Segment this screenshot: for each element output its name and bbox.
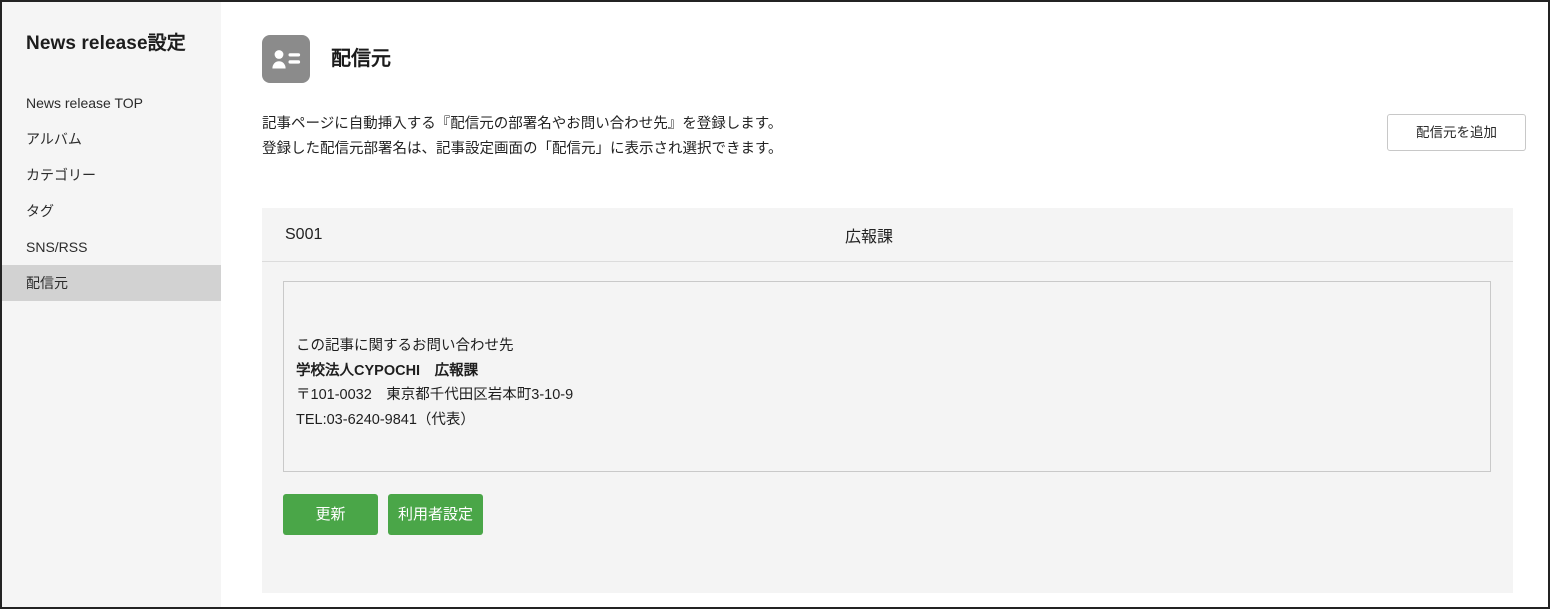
description-text: 記事ページに自動挿入する『配信元の部署名やお問い合わせ先』を登録します。 登録し… <box>262 112 783 162</box>
description-line-1: 記事ページに自動挿入する『配信元の部署名やお問い合わせ先』を登録します。 <box>262 116 783 132</box>
sidebar-title: News release設定 <box>26 33 186 54</box>
sidebar-item-album[interactable]: アルバム <box>2 121 221 157</box>
add-distributor-button[interactable]: 配信元を追加 <box>1387 114 1526 151</box>
distributor-panel-body: この記事に関するお問い合わせ先 学校法人CYPOCHI 広報課 〒101-003… <box>262 262 1513 535</box>
sidebar-item-sns-rss[interactable]: SNS/RSS <box>2 229 221 265</box>
sidebar-nav: News release TOP アルバム カテゴリー タグ SNS/RSS 配… <box>2 85 221 301</box>
sidebar-item-news-release-top[interactable]: News release TOP <box>2 85 221 121</box>
main-content: 配信元 記事ページに自動挿入する『配信元の部署名やお問い合わせ先』を登録します。… <box>221 2 1548 607</box>
distributor-id: S001 <box>285 225 323 243</box>
user-settings-button[interactable]: 利用者設定 <box>388 494 483 535</box>
distributor-panel-header: S001 広報課 <box>262 208 1513 262</box>
sidebar-item-distributor[interactable]: 配信元 <box>2 264 221 301</box>
content-line-3: 〒101-0032 東京都千代田区岩本町3-10-9 <box>296 387 574 403</box>
sidebar-item-tag[interactable]: タグ <box>2 193 221 229</box>
distributor-panel: S001 広報課 この記事に関するお問い合わせ先 学校法人CYPOCHI 広報課… <box>262 208 1513 593</box>
sidebar-item-category[interactable]: カテゴリー <box>2 157 221 193</box>
sidebar: News release設定 News release TOP アルバム カテゴ… <box>2 2 221 607</box>
distributor-content-textarea[interactable]: この記事に関するお問い合わせ先 学校法人CYPOCHI 広報課 〒101-003… <box>283 281 1491 472</box>
contact-card-icon <box>262 35 310 83</box>
distributor-department: 広報課 <box>845 228 894 246</box>
content-line-4: TEL:03-6240-9841（代表） <box>296 411 475 428</box>
panel-button-row: 更新 利用者設定 <box>283 472 1491 535</box>
page-title: 配信元 <box>331 48 391 70</box>
content-line-1: この記事に関するお問い合わせ先 <box>296 338 514 354</box>
description-row: 記事ページに自動挿入する『配信元の部署名やお問い合わせ先』を登録します。 登録し… <box>221 83 1548 162</box>
description-line-2: 登録した配信元部署名は、記事設定画面の「配信元」に表示され選択できます。 <box>262 141 783 157</box>
app-window: News release設定 News release TOP アルバム カテゴ… <box>0 0 1550 609</box>
page-header: 配信元 <box>221 2 1548 83</box>
content-line-2: 学校法人CYPOCHI 広報課 <box>296 362 479 379</box>
update-button[interactable]: 更新 <box>283 494 378 535</box>
